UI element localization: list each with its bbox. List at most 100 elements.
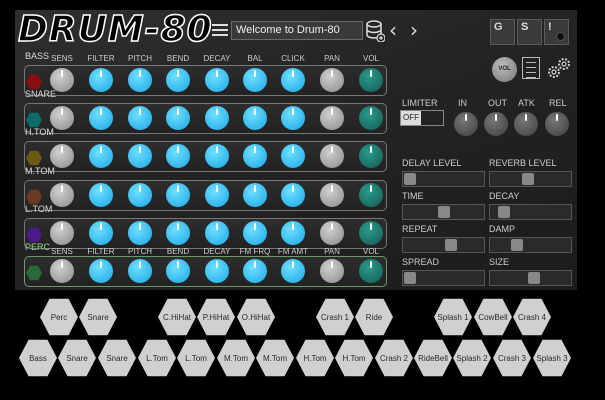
pad-snare[interactable]: Snare (98, 339, 136, 377)
m-tom-sens-knob[interactable] (50, 183, 74, 207)
pad-c-hihat[interactable]: C.HiHat (158, 298, 196, 336)
m-tom-pan-knob[interactable] (320, 183, 344, 207)
limiter-atk-knob[interactable] (514, 112, 538, 136)
snare-pan-knob[interactable] (320, 106, 344, 130)
perc-decay-knob[interactable] (205, 259, 229, 283)
pad-cowbell[interactable]: CowBell (474, 298, 512, 336)
bass-vol-knob[interactable] (359, 68, 383, 92)
master-vol-button[interactable]: VOL (492, 57, 517, 82)
preset-list-icon[interactable] (212, 24, 228, 36)
limiter-in-knob[interactable] (454, 112, 478, 136)
snare-bend-knob[interactable] (166, 106, 190, 130)
snare-click-knob[interactable] (281, 106, 305, 130)
l-tom-sens-knob[interactable] (50, 221, 74, 245)
channel-color-indicator[interactable] (26, 189, 42, 205)
snare-pitch-knob[interactable] (128, 106, 152, 130)
m-tom-pitch-knob[interactable] (128, 183, 152, 207)
l-tom-decay-knob[interactable] (205, 221, 229, 245)
spread-slider-thumb[interactable] (404, 272, 416, 284)
l-tom-pan-knob[interactable] (320, 221, 344, 245)
l-tom-bend-knob[interactable] (166, 221, 190, 245)
channel-color-indicator[interactable] (26, 227, 42, 243)
pad-h-tom[interactable]: H.Tom (296, 339, 334, 377)
m-tom-vol-knob[interactable] (359, 183, 383, 207)
pad-perc[interactable]: Perc (40, 298, 78, 336)
bass-click-knob[interactable] (281, 68, 305, 92)
h-tom-bend-knob[interactable] (166, 144, 190, 168)
h-tom-vol-knob[interactable] (359, 144, 383, 168)
pad-ride[interactable]: Ride (355, 298, 393, 336)
m-tom-filter-knob[interactable] (89, 183, 113, 207)
document-icon[interactable] (522, 57, 540, 79)
h-tom-filter-knob[interactable] (89, 144, 113, 168)
snare-filter-knob[interactable] (89, 106, 113, 130)
pad-crash-3[interactable]: Crash 3 (493, 339, 531, 377)
pad-crash-2[interactable]: Crash 2 (375, 339, 413, 377)
channel-color-indicator[interactable] (26, 265, 42, 281)
l-tom-vol-knob[interactable] (359, 221, 383, 245)
snare-decay-knob[interactable] (205, 106, 229, 130)
h-tom-bal-knob[interactable] (243, 144, 267, 168)
pad-l-tom[interactable]: L.Tom (138, 339, 176, 377)
l-tom-pitch-knob[interactable] (128, 221, 152, 245)
delay-level-slider-thumb[interactable] (404, 173, 416, 185)
perc-vol-knob[interactable] (359, 259, 383, 283)
size-slider[interactable] (489, 270, 572, 286)
pad-o-hihat[interactable]: O.HiHat (237, 298, 275, 336)
snare-vol-knob[interactable] (359, 106, 383, 130)
m-tom-bend-knob[interactable] (166, 183, 190, 207)
h-tom-click-knob[interactable] (281, 144, 305, 168)
bass-pan-knob[interactable] (320, 68, 344, 92)
delay-level-slider[interactable] (402, 171, 485, 187)
snare-bal-knob[interactable] (243, 106, 267, 130)
bass-bal-knob[interactable] (243, 68, 267, 92)
chevron-right-icon[interactable]: › (410, 18, 418, 42)
channel-color-indicator[interactable] (26, 150, 42, 166)
repeat-slider[interactable] (402, 237, 485, 253)
perc-pitch-knob[interactable] (128, 259, 152, 283)
settings-gears-icon[interactable] (546, 56, 572, 82)
bass-pitch-knob[interactable] (128, 68, 152, 92)
size-slider-thumb[interactable] (528, 272, 540, 284)
g-button[interactable]: G (490, 19, 515, 45)
channel-color-indicator[interactable] (26, 74, 42, 90)
h-tom-pitch-knob[interactable] (128, 144, 152, 168)
pad-h-tom[interactable]: H.Tom (335, 339, 373, 377)
h-tom-decay-knob[interactable] (205, 144, 229, 168)
database-icon[interactable] (365, 20, 385, 42)
pad-bass[interactable]: Bass (19, 339, 57, 377)
damp-slider[interactable] (489, 237, 572, 253)
pad-snare[interactable]: Snare (79, 298, 117, 336)
alert-button[interactable]: ! (544, 19, 569, 45)
limiter-rel-knob[interactable] (545, 112, 569, 136)
spread-slider[interactable] (402, 270, 485, 286)
pad-splash-3[interactable]: Splash 3 (533, 339, 571, 377)
bass-filter-knob[interactable] (89, 68, 113, 92)
perc-pan-knob[interactable] (320, 259, 344, 283)
m-tom-click-knob[interactable] (281, 183, 305, 207)
time-slider-thumb[interactable] (438, 206, 450, 218)
s-button[interactable]: S (517, 19, 542, 45)
pad-m-tom[interactable]: M.Tom (256, 339, 294, 377)
limiter-out-knob[interactable] (484, 112, 508, 136)
h-tom-pan-knob[interactable] (320, 144, 344, 168)
decay-slider[interactable] (489, 204, 572, 220)
pad-snare[interactable]: Snare (58, 339, 96, 377)
repeat-slider-thumb[interactable] (445, 239, 457, 251)
perc-fm-amt-knob[interactable] (281, 259, 305, 283)
perc-fm-frq-knob[interactable] (243, 259, 267, 283)
perc-filter-knob[interactable] (89, 259, 113, 283)
h-tom-sens-knob[interactable] (50, 144, 74, 168)
channel-color-indicator[interactable] (26, 112, 42, 128)
perc-sens-knob[interactable] (50, 259, 74, 283)
pad-splash-2[interactable]: Splash 2 (453, 339, 491, 377)
bass-decay-knob[interactable] (205, 68, 229, 92)
reverb-level-slider[interactable] (489, 171, 572, 187)
limiter-toggle[interactable]: OFF (400, 110, 444, 126)
l-tom-bal-knob[interactable] (243, 221, 267, 245)
l-tom-filter-knob[interactable] (89, 221, 113, 245)
reverb-level-slider-thumb[interactable] (522, 173, 534, 185)
pad-crash-4[interactable]: Crash 4 (513, 298, 551, 336)
pad-m-tom[interactable]: M.Tom (217, 339, 255, 377)
pad-l-tom[interactable]: L.Tom (177, 339, 215, 377)
